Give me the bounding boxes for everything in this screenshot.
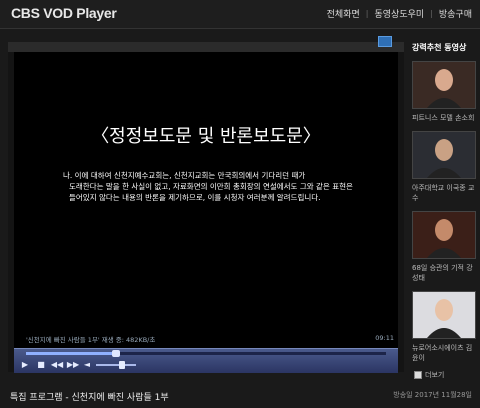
playback-status: '신천지에 빠진 사람들 1부' 재생 중: 482KB/초 xyxy=(26,336,156,344)
notice-line: 나. 이에 대하여 신천지예수교회는, 신천지교회는 만국회의에서 기다리던 때… xyxy=(63,171,306,180)
purchase-link[interactable]: 방송구매 xyxy=(439,7,472,20)
rewind-icon[interactable]: ◀◀ xyxy=(51,359,63,369)
stop-icon[interactable]: ■ xyxy=(36,359,46,369)
fast-forward-icon[interactable]: ▶▶ xyxy=(67,359,79,369)
seek-handle[interactable] xyxy=(112,350,120,357)
more-label: 더보기 xyxy=(425,371,445,379)
video-title: 피트니스 모델 손소희 xyxy=(412,114,475,122)
video-title: 뉴로어소시에이츠 김윤이 xyxy=(412,344,473,362)
notice-title: 〈정정보도문 및 반론보도문〉 xyxy=(91,126,321,147)
help-link[interactable]: 동영상도우미 xyxy=(374,7,424,20)
title-bar: CBS VOD Player 전체화면 | 동영상도우미 | 방송구매 xyxy=(0,0,480,29)
program-title: 특집 프로그램 - 신천지에 빠진 사람들 1부 xyxy=(10,393,169,403)
recommended-video-item[interactable]: 피트니스 모델 손소희 xyxy=(412,61,476,123)
notice-line: 들어있지 않다는 내용의 반론을 제기하므로, 이를 시청자 여러분께 알려드립… xyxy=(69,193,321,202)
broadcast-date: 방송일 2017년 11월28일 xyxy=(393,391,472,399)
seek-bar[interactable] xyxy=(26,350,386,357)
status-line: '신천지에 빠진 사람들 1부' 재생 중: 482KB/초 09:11 xyxy=(14,334,398,346)
player-top-strip xyxy=(8,36,404,52)
notice-body: 나. 이에 대하여 신천지예수교회는, 신천지교회는 만국회의에서 기다리던 때… xyxy=(63,170,369,203)
volume-icon[interactable]: ◄ xyxy=(82,359,92,369)
recommend-sidebar: 강력추천 동영상 피트니스 모델 손소희아주대학교 이국종 교수 68일 승관의 … xyxy=(412,42,476,371)
video-thumbnail xyxy=(412,61,476,109)
volume-handle[interactable] xyxy=(119,361,125,369)
video-title: 68일 승관의 기적 강성태 xyxy=(412,264,473,282)
top-nav: 전체화면 | 동영상도우미 | 방송구매 xyxy=(327,7,472,20)
fullscreen-link[interactable]: 전체화면 xyxy=(327,7,360,20)
video-title: 아주대학교 이국종 교수 xyxy=(412,184,475,202)
seek-progress xyxy=(26,352,116,355)
control-bar: ▶ ■ ◀◀ ▶▶ ◄ xyxy=(14,348,398,373)
nav-separator: | xyxy=(365,9,369,18)
playback-time: 09:11 xyxy=(375,334,394,342)
popup-toggle-button[interactable] xyxy=(378,36,392,47)
recommended-video-item[interactable]: 뉴로어소시에이츠 김윤이 xyxy=(412,291,476,363)
volume-slider[interactable] xyxy=(96,361,136,369)
nav-separator: | xyxy=(430,9,433,18)
sidebar-title: 강력추천 동영상 xyxy=(412,43,467,52)
recommended-video-item[interactable]: 아주대학교 이국종 교수 xyxy=(412,131,476,203)
app-title: CBS VOD Player xyxy=(11,5,117,21)
player: 〈정정보도문 및 반론보도문〉 나. 이에 대하여 신천지예수교회는, 신천지교… xyxy=(8,36,404,373)
play-icon[interactable]: ▶ xyxy=(20,359,30,369)
recommended-video-item[interactable]: 68일 승관의 기적 강성태 xyxy=(412,211,476,283)
notice-line: 도래한다는 말을 한 사실이 없고, 자료화면의 이만희 총회장의 연설에서도 … xyxy=(69,182,353,191)
more-button[interactable]: 더보기 xyxy=(414,370,444,380)
video-screen[interactable]: 〈정정보도문 및 반론보도문〉 나. 이에 대하여 신천지예수교회는, 신천지교… xyxy=(14,52,398,352)
video-thumbnail xyxy=(412,131,476,179)
video-thumbnail xyxy=(412,291,476,339)
plus-icon xyxy=(414,371,422,379)
video-thumbnail xyxy=(412,211,476,259)
